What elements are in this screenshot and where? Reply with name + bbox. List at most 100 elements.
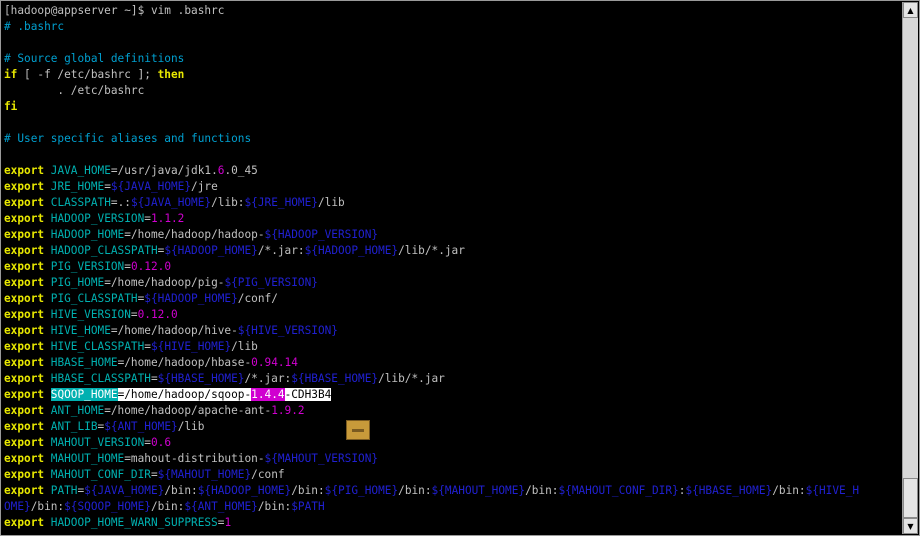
terminal-token: = xyxy=(144,340,151,353)
scroll-up-button[interactable]: ▲ xyxy=(903,2,918,18)
terminal-token: =/home/hadoop/sqoop- xyxy=(117,388,252,401)
scroll-down-button[interactable]: ▼ xyxy=(903,518,918,534)
terminal-token: 1.4.4 xyxy=(251,388,285,401)
terminal-token: =mahout-distribution- xyxy=(124,452,265,465)
terminal-token: =/usr/java/jdk1. xyxy=(110,164,218,177)
terminal-token: /bin: xyxy=(772,484,806,497)
terminal-token: /lib: xyxy=(211,196,245,209)
terminal-token: /lib xyxy=(317,196,345,209)
terminal-token: then xyxy=(157,68,185,81)
terminal-line: export HIVE_CLASSPATH=${HIVE_HOME}/lib xyxy=(4,339,902,355)
terminal-token: HADOOP_VERSION xyxy=(50,212,145,225)
terminal-line: export PIG_HOME=/home/hadoop/pig-${PIG_V… xyxy=(4,275,902,291)
terminal-token: HBASE_HOME xyxy=(50,356,118,369)
terminal-line: export JRE_HOME=${JAVA_HOME}/jre xyxy=(4,179,902,195)
terminal-token: /lib xyxy=(177,420,205,433)
terminal-token: /bin: xyxy=(291,484,325,497)
terminal-token: ${ANT_HOME} xyxy=(184,500,258,513)
arrow-down-icon: ▼ xyxy=(907,521,914,531)
terminal-token: export xyxy=(4,372,45,385)
terminal-token: $PATH xyxy=(291,500,325,513)
terminal-line: export SQOOP_HOME=/home/hadoop/sqoop-1.4… xyxy=(4,387,902,403)
terminal-token: [hadoop@appserver ~]$ vim .bashrc xyxy=(4,4,225,17)
terminal-token: export xyxy=(4,196,45,209)
terminal-token: HIVE_CLASSPATH xyxy=(50,340,145,353)
terminal-token: ${HADOOP_HOME} xyxy=(304,244,399,257)
terminal-token: =/home/hadoop/hbase- xyxy=(117,356,252,369)
terminal-line: # User specific aliases and functions xyxy=(4,131,902,147)
terminal-token: 0.12.0 xyxy=(137,308,178,321)
terminal-token: # User specific aliases and functions xyxy=(4,132,252,145)
folder-icon[interactable] xyxy=(346,420,370,440)
terminal-token: /bin: xyxy=(525,484,559,497)
terminal-token: MAHOUT_HOME xyxy=(50,452,125,465)
terminal-token: ${HIVE_VERSION} xyxy=(237,324,338,337)
terminal-token: /bin: xyxy=(150,500,185,513)
terminal-token: export xyxy=(4,516,45,529)
terminal-token: export xyxy=(4,340,45,353)
terminal-window[interactable]: [hadoop@appserver ~]$ vim .bashrc # .bash… xyxy=(0,0,920,536)
terminal-token: ${MAHOUT_HOME} xyxy=(157,468,252,481)
terminal-text-area[interactable]: [hadoop@appserver ~]$ vim .bashrc # .bash… xyxy=(4,3,902,535)
terminal-token: /bin: xyxy=(164,484,198,497)
terminal-token: 1.1.2 xyxy=(150,212,185,225)
terminal-token: PIG_HOME xyxy=(50,276,105,289)
vertical-scrollbar[interactable]: ▲ ▼ xyxy=(902,2,918,534)
terminal-token: JAVA_HOME xyxy=(50,164,111,177)
terminal-token: /bin: xyxy=(257,500,292,513)
terminal-line: export HADOOP_HOME_WARN_SUPPRESS=1 xyxy=(4,515,902,531)
terminal-token: export xyxy=(4,260,45,273)
terminal-token: ${JAVA_HOME} xyxy=(84,484,165,497)
terminal-line: # .bashrc xyxy=(4,19,902,35)
terminal-token: /*.jar: xyxy=(257,244,305,257)
terminal-line: export HADOOP_VERSION=1.1.2 xyxy=(4,211,902,227)
terminal-token: ${HBASE_HOME} xyxy=(685,484,773,497)
terminal-token: = xyxy=(150,468,158,481)
terminal-token: if xyxy=(4,68,18,81)
terminal-line: export MAHOUT_HOME=mahout-distribution-$… xyxy=(4,451,902,467)
terminal-token: export xyxy=(4,276,45,289)
terminal-token: ${HADOOP_VERSION} xyxy=(264,228,379,241)
terminal-token: HIVE_VERSION xyxy=(50,308,131,321)
terminal-line: . /etc/bashrc xyxy=(4,83,902,99)
terminal-line: if [ -f /etc/bashrc ]; then xyxy=(4,67,902,83)
terminal-token: export xyxy=(4,308,45,321)
terminal-token: export xyxy=(4,404,45,417)
terminal-token: export xyxy=(4,420,45,433)
terminal-token: =.: xyxy=(110,196,131,209)
terminal-token: .0_45 xyxy=(224,164,258,177)
terminal-line: export PATH=${JAVA_HOME}/bin:${HADOOP_HO… xyxy=(4,483,902,499)
terminal-token: export xyxy=(4,244,45,257)
terminal-line: export ANT_HOME=/home/hadoop/apache-ant-… xyxy=(4,403,902,419)
terminal-token: HADOOP_HOME_WARN_SUPPRESS xyxy=(50,516,218,529)
terminal-line: export HADOOP_HOME=/home/hadoop/hadoop-$… xyxy=(4,227,902,243)
terminal-token: = xyxy=(150,372,158,385)
terminal-token: 1.9.2 xyxy=(271,404,305,417)
terminal-token: 0.6 xyxy=(150,436,172,449)
scroll-thumb[interactable] xyxy=(903,478,918,518)
terminal-token: # .bashrc xyxy=(4,20,65,33)
terminal-token: export xyxy=(4,324,45,337)
terminal-token: = xyxy=(130,308,138,321)
terminal-token: MAHOUT_VERSION xyxy=(50,436,145,449)
terminal-token: MAHOUT_CONF_DIR xyxy=(50,468,151,481)
terminal-token: export xyxy=(4,228,45,241)
terminal-token: /jre xyxy=(191,180,218,193)
terminal-token: CLASSPATH xyxy=(50,196,111,209)
terminal-line: export JAVA_HOME=/usr/java/jdk1.6.0_45 xyxy=(4,163,902,179)
terminal-token: PIG_CLASSPATH xyxy=(50,292,138,305)
